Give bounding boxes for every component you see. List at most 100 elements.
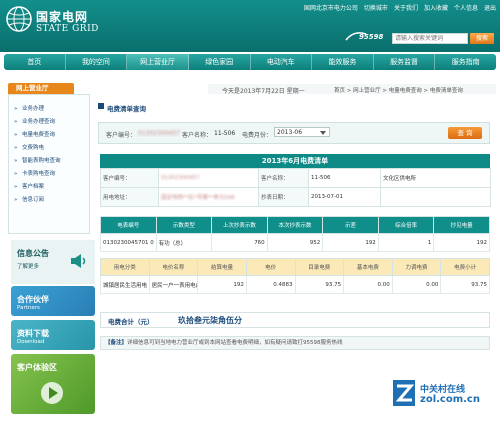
col-usage: 抄见电量	[433, 216, 490, 234]
promo-experience[interactable]: 客户体验区	[11, 354, 95, 414]
promo-announcement[interactable]: 信息公告 了解更多	[11, 240, 95, 284]
state-grid-logo-icon	[6, 6, 32, 32]
date-text: 今天是2013年7月22日 星期一	[222, 88, 305, 95]
hotline-number: 95598	[359, 33, 384, 41]
meter-table: 电表编号 示数类型 上次抄表示数 本次抄表示数 示差 综合倍率 抄见电量 013…	[100, 216, 490, 252]
col-catalog-fee: 目录电费	[294, 258, 345, 276]
bill-title: 2013年6月电费清单	[100, 154, 490, 168]
main-nav: 首页 我的空间 网上营业厅 绿色家园 电动汽车 能效服务 服务监督 服务指南	[4, 54, 496, 70]
total-row	[100, 312, 490, 328]
site-header: 国家电网 STATE GRID 国网北京市电力公司 切换城市 关于我们 加入收藏…	[0, 0, 500, 52]
table-cell: 952	[266, 233, 324, 252]
total-value: 玖拾叁元柒角伍分	[178, 316, 242, 325]
nav-service-guide[interactable]: 服务指南	[435, 54, 496, 70]
bill-note: 【备注】详细信息可到当地电力营业厅或到本网站查看电费明细，如有疑问请致打9559…	[100, 336, 490, 350]
search-button[interactable]: 搜索	[470, 33, 494, 44]
nav-service-supervision[interactable]: 服务监督	[374, 54, 436, 70]
col-subtotal: 电费小计	[440, 258, 490, 276]
col-meter-no: 电表编号	[100, 216, 157, 234]
table-cell: 0.00	[391, 275, 442, 294]
promo-partners[interactable]: 合作伙伴 Partners	[11, 286, 95, 316]
sidebar-item-smart-meter[interactable]: 智能表购电查询	[10, 155, 82, 168]
top-link-profile[interactable]: 个人信息	[454, 3, 478, 12]
nav-electric-car[interactable]: 电动汽车	[251, 54, 313, 70]
promo-subtitle: 了解更多	[17, 264, 40, 270]
col-reading-type: 示数类型	[155, 216, 213, 234]
sidebar-item-subscribe[interactable]: 信息订阅	[10, 194, 82, 207]
page-title: 电费清单查询	[107, 105, 146, 113]
power-supply-office: 文化区供电所	[380, 168, 491, 188]
table-cell: 有功（总）	[155, 233, 213, 252]
table-cell: 0.00	[343, 275, 393, 294]
table-row: 城镇居民生活用电 居民一户一表用电(不满1千伏)平 192 0.4883 93.…	[100, 275, 490, 294]
table-cell: 城镇居民生活用电	[100, 275, 150, 294]
nav-my-space[interactable]: 我的空间	[66, 54, 128, 70]
customer-name-value: 11-506	[214, 130, 236, 137]
watermark-en: zol.com.cn	[420, 394, 480, 405]
nav-green-home[interactable]: 绿色家园	[189, 54, 251, 70]
promo-download[interactable]: 资料下载 Download	[11, 320, 95, 350]
sidebar-item-business-query[interactable]: 业务办理查询	[10, 116, 82, 129]
empty-cell	[380, 187, 491, 207]
top-link-about[interactable]: 关于我们	[394, 3, 418, 12]
customer-no-label: 客户编号：	[100, 168, 159, 188]
col-price: 电价	[245, 258, 296, 276]
table-cell: 1	[377, 233, 435, 252]
table-cell: 0130230045701 0	[100, 233, 157, 252]
promo-subtitle: Download	[17, 339, 45, 345]
top-link-company[interactable]: 国网北京市电力公司	[304, 3, 358, 12]
zol-logo-icon	[393, 380, 415, 406]
read-date-label: 抄表日期：	[258, 187, 309, 207]
customer-no-value: 01302300457	[138, 130, 180, 137]
nav-online-hall[interactable]: 网上营业厅	[127, 54, 189, 70]
speaker-icon	[71, 254, 86, 268]
month-select[interactable]: 2013-06	[274, 127, 330, 137]
sidebar-hall-tab[interactable]: 网上营业厅	[8, 83, 74, 94]
top-link-favorite[interactable]: 加入收藏	[424, 3, 448, 12]
address-value: 国定地西**区*号楼**单元506	[158, 187, 259, 207]
col-usage-class: 用电分类	[100, 258, 150, 276]
nav-home[interactable]: 首页	[4, 54, 66, 70]
brand-name-en: STATE GRID	[36, 24, 99, 34]
col-difference: 示差	[322, 216, 379, 234]
sidebar-item-card-meter[interactable]: 卡表购电查询	[10, 168, 82, 181]
col-last-reading: 上次抄表示数	[211, 216, 268, 234]
top-link-switch-city[interactable]: 切换城市	[364, 3, 388, 12]
month-label: 电费月份：	[242, 132, 273, 139]
customer-no-label: 客户编号：	[106, 132, 137, 139]
bill-info-table: 客户编号： 01302300457 客户名称： 11-506 文化区供电所 用电…	[100, 168, 491, 207]
brand-name-cn: 国家电网	[36, 10, 89, 24]
table-row: 用电地址： 国定地西**区*号楼**单元506 抄表日期： 2013-07-01	[100, 187, 491, 207]
search-input[interactable]	[392, 33, 468, 44]
nav-energy-service[interactable]: 能效服务	[312, 54, 374, 70]
total-label: 电费合计（元）	[108, 318, 154, 326]
note-label: 【备注】	[105, 340, 128, 346]
top-links: 国网北京市电力公司 切换城市 关于我们 加入收藏 个人信息 退出	[304, 3, 496, 12]
sidebar-item-bill-query[interactable]: 电量电费查询	[10, 129, 82, 142]
top-link-logout[interactable]: 退出	[484, 3, 496, 12]
customer-no-value: 01302300457	[158, 168, 259, 188]
table-row: 客户编号： 01302300457 客户名称： 11-506 文化区供电所	[100, 168, 491, 188]
page-title-icon	[98, 103, 104, 109]
promo-title: 合作伙伴	[17, 295, 49, 304]
query-button[interactable]: 查 询	[448, 127, 482, 139]
table-cell: 0.4883	[245, 275, 296, 294]
customer-name-label: 客户名称：	[258, 168, 309, 188]
customer-name-label: 客户名称：	[182, 132, 213, 139]
table-header-row: 电表编号 示数类型 上次抄表示数 本次抄表示数 示差 综合倍率 抄见电量	[100, 216, 490, 234]
col-price-name: 电价名称	[148, 258, 199, 276]
table-cell: 93.75	[294, 275, 345, 294]
sidebar-item-customer-file[interactable]: 客户档案	[10, 181, 82, 194]
read-date-value: 2013-07-01	[308, 187, 381, 207]
table-header-row: 用电分类 电价名称 结算电量 电价 目录电费 基本电费 力调电费 电费小计	[100, 258, 490, 276]
charge-table: 用电分类 电价名称 结算电量 电价 目录电费 基本电费 力调电费 电费小计 城镇…	[100, 258, 490, 294]
sidebar-item-payment[interactable]: 交费购电	[10, 142, 82, 155]
note-text: 详细信息可到当地电力营业厅或到本网站查看电费明细，如有疑问请致打95598服务热…	[127, 340, 343, 346]
table-row: 0130230045701 0 有功（总） 760 952 192 1 192	[100, 233, 490, 252]
table-cell: 居民一户一表用电(不满1千伏)平	[148, 275, 199, 294]
sidebar-item-business[interactable]: 业务办理	[10, 103, 82, 116]
play-icon[interactable]	[41, 382, 63, 404]
breadcrumb[interactable]: 首页 > 网上营业厅 > 电量电费查询 > 电费清单查询	[334, 86, 463, 94]
promo-title: 客户体验区	[17, 363, 57, 372]
table-cell: 192	[322, 233, 379, 252]
